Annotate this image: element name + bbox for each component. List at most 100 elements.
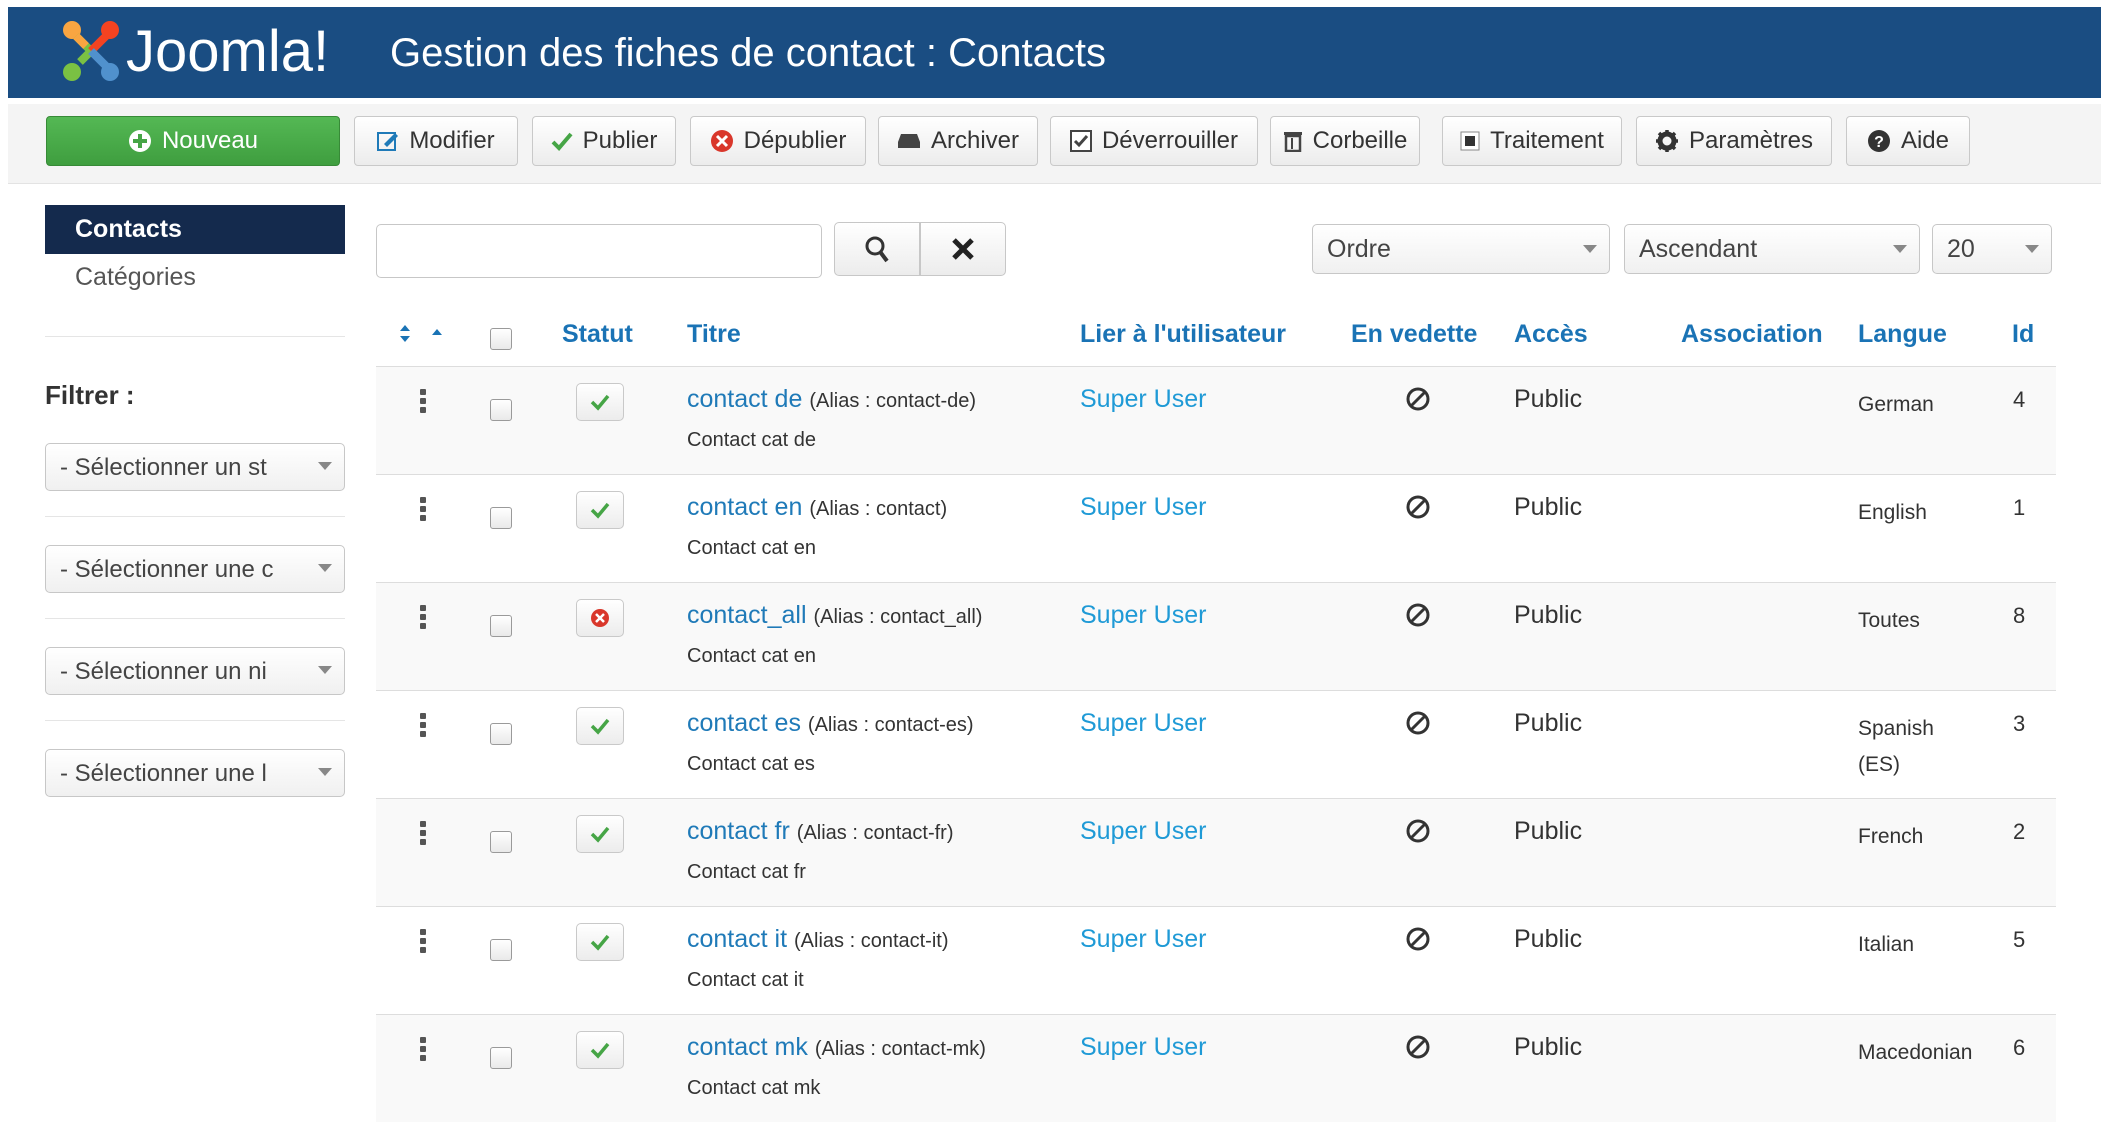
linked-user-link[interactable]: Super User: [1080, 493, 1206, 522]
list-limit-select[interactable]: 20: [1932, 224, 2052, 274]
row-title[interactable]: contact fr (Alias : contact-fr): [687, 817, 953, 846]
row-title[interactable]: contact en (Alias : contact): [687, 493, 947, 522]
drag-handle-icon[interactable]: [420, 1037, 428, 1063]
not-featured-icon[interactable]: [1404, 601, 1434, 631]
status-toggle-button[interactable]: [576, 491, 624, 529]
app-header: Joomla! Gestion des fiches de contact : …: [8, 7, 2101, 98]
sort-ordering-header[interactable]: [396, 322, 456, 353]
not-featured-icon[interactable]: [1404, 817, 1434, 847]
contact-title-link[interactable]: contact en: [687, 493, 802, 521]
sidebar-item-contacts[interactable]: Contacts: [45, 205, 345, 254]
unpublish-button[interactable]: Dépublier: [690, 116, 866, 166]
search-input[interactable]: [376, 224, 822, 278]
row-checkbox[interactable]: [490, 723, 512, 745]
not-featured-icon[interactable]: [1404, 1033, 1434, 1063]
drag-handle-icon[interactable]: [420, 389, 428, 415]
row-checkbox[interactable]: [490, 1047, 512, 1069]
sidebar-item-categories[interactable]: Catégories: [75, 263, 196, 292]
new-button[interactable]: Nouveau: [46, 116, 340, 166]
select-all-checkbox[interactable]: [490, 328, 512, 350]
column-header-featured[interactable]: En vedette: [1351, 320, 1477, 349]
contact-category: Contact cat de: [687, 429, 816, 451]
sort-order-select[interactable]: Ordre: [1312, 224, 1610, 274]
contact-title-link[interactable]: contact mk: [687, 1033, 808, 1061]
not-featured-icon[interactable]: [1404, 385, 1434, 415]
not-featured-icon[interactable]: [1404, 709, 1434, 739]
contact-alias: (Alias : contact-es): [807, 714, 974, 736]
not-featured-icon[interactable]: [1404, 925, 1434, 955]
status-toggle-button[interactable]: [576, 599, 624, 637]
row-checkbox[interactable]: [490, 831, 512, 853]
row-title[interactable]: contact es (Alias : contact-es): [687, 709, 974, 738]
not-featured-icon[interactable]: [1404, 493, 1434, 523]
row-checkbox[interactable]: [490, 615, 512, 637]
row-checkbox[interactable]: [490, 939, 512, 961]
table-row: contact mk (Alias : contact-mk) Contact …: [376, 1014, 2056, 1122]
sort-icon: [400, 325, 442, 342]
batch-button[interactable]: Traitement: [1442, 116, 1622, 166]
linked-user-link[interactable]: Super User: [1080, 385, 1206, 414]
status-toggle-button[interactable]: [576, 923, 624, 961]
drag-handle-icon[interactable]: [420, 821, 428, 847]
row-title[interactable]: contact mk (Alias : contact-mk): [687, 1033, 986, 1062]
contact-alias: (Alias : contact): [809, 498, 948, 520]
language-label: French: [1858, 825, 1924, 848]
linked-user-link[interactable]: Super User: [1080, 1033, 1206, 1062]
linked-user-link[interactable]: Super User: [1080, 709, 1206, 738]
filter-status-select[interactable]: - Sélectionner un st: [45, 443, 345, 491]
published-check-icon: [590, 1042, 610, 1059]
drag-handle-icon[interactable]: [420, 497, 428, 523]
contact-title-link[interactable]: contact es: [687, 709, 801, 737]
archive-button-label: Archiver: [930, 127, 1020, 154]
status-toggle-button[interactable]: [576, 383, 624, 421]
clear-search-button[interactable]: [920, 222, 1006, 276]
row-title[interactable]: contact de (Alias : contact-de): [687, 385, 976, 414]
row-checkbox[interactable]: [490, 507, 512, 529]
help-button[interactable]: ? Aide: [1846, 116, 1970, 166]
publish-button[interactable]: Publier: [532, 116, 676, 166]
filter-category-select[interactable]: - Sélectionner une c: [45, 545, 345, 593]
column-header-status[interactable]: Statut: [562, 320, 633, 349]
joomla-logo[interactable]: Joomla!: [58, 13, 329, 89]
list-limit-value: 20: [1947, 235, 1975, 263]
contact-title-link[interactable]: contact de: [687, 385, 802, 413]
language-label: Macedonian: [1858, 1041, 1973, 1064]
unlock-button[interactable]: Déverrouiller: [1050, 116, 1258, 166]
sort-direction-select[interactable]: Ascendant: [1624, 224, 1920, 274]
drag-handle-icon[interactable]: [420, 605, 428, 631]
column-header-access[interactable]: Accès: [1514, 320, 1588, 349]
drag-handle-icon[interactable]: [420, 929, 428, 955]
filter-language-select[interactable]: - Sélectionner une l: [45, 749, 345, 797]
column-header-association[interactable]: Association: [1681, 320, 1823, 349]
linked-user-link[interactable]: Super User: [1080, 601, 1206, 630]
trash-button[interactable]: Corbeille: [1270, 116, 1420, 166]
row-title[interactable]: contact it (Alias : contact-it): [687, 925, 949, 954]
column-header-id[interactable]: Id: [2012, 320, 2034, 349]
archive-button[interactable]: Archiver: [878, 116, 1038, 166]
filter-category-value: - Sélectionner une c: [60, 556, 274, 583]
edit-button[interactable]: Modifier: [354, 116, 518, 166]
options-button[interactable]: Paramètres: [1636, 116, 1832, 166]
trash-icon: [1283, 130, 1303, 152]
linked-user-link[interactable]: Super User: [1080, 925, 1206, 954]
contact-id: 2: [2013, 819, 2026, 844]
column-header-language[interactable]: Langue: [1858, 320, 1947, 349]
column-header-user[interactable]: Lier à l'utilisateur: [1080, 320, 1286, 349]
status-toggle-button[interactable]: [576, 815, 624, 853]
contact-id: 6: [2013, 1035, 2026, 1060]
contact-title-link[interactable]: contact it: [687, 925, 787, 953]
row-title[interactable]: contact_all (Alias : contact_all): [687, 601, 982, 630]
linked-user-link[interactable]: Super User: [1080, 817, 1206, 846]
search-button[interactable]: [834, 222, 920, 276]
column-header-title[interactable]: Titre: [687, 320, 741, 349]
contact-title-link[interactable]: contact_all: [687, 601, 807, 629]
contact-title-link[interactable]: contact fr: [687, 817, 790, 845]
publish-button-label: Publier: [582, 127, 658, 154]
drag-handle-icon[interactable]: [420, 713, 428, 739]
caret-down-icon: [318, 462, 332, 470]
filter-access-select[interactable]: - Sélectionner un ni: [45, 647, 345, 695]
status-toggle-button[interactable]: [576, 1031, 624, 1069]
status-toggle-button[interactable]: [576, 707, 624, 745]
row-checkbox[interactable]: [490, 399, 512, 421]
contact-category: Contact cat es: [687, 753, 815, 775]
